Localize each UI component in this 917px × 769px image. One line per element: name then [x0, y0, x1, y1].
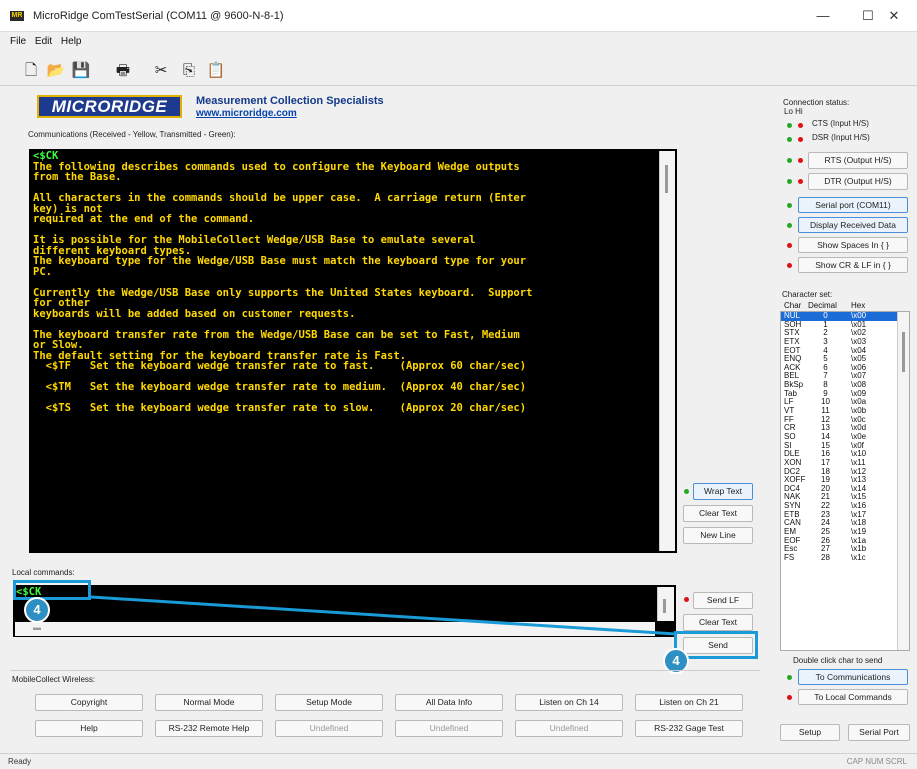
- wireless-rs-232-remote-help-button[interactable]: RS-232 Remote Help: [155, 720, 263, 737]
- display-received-data-button[interactable]: Display Received Data: [798, 217, 908, 233]
- to-comm-led: [787, 675, 792, 680]
- dsr-lo-led: [787, 137, 792, 142]
- rts-lo-led: [787, 158, 792, 163]
- setup-button[interactable]: Setup: [780, 724, 840, 741]
- char-row[interactable]: FS 28 \x1c: [781, 552, 909, 563]
- wireless-listen-on-ch-14-button[interactable]: Listen on Ch 14: [515, 694, 623, 711]
- connection-status-label: Connection status:: [783, 98, 850, 107]
- wireless-undefined-button: Undefined: [395, 720, 503, 737]
- char-row[interactable]: Tab 9 \x09: [781, 389, 909, 399]
- cts-lo-led: [787, 123, 792, 128]
- charset-header: Char Decimal Hex: [781, 301, 909, 311]
- cts-hi-led: [798, 123, 803, 128]
- status-bar: Ready CAP NUM SCRL: [0, 753, 917, 769]
- wireless-copyright-button[interactable]: Copyright: [35, 694, 143, 711]
- char-row[interactable]: ENQ 5 \x05: [781, 355, 909, 364]
- wireless-group-line: [10, 670, 760, 671]
- show-crlf-led: [787, 263, 792, 268]
- char-row[interactable]: LF 10 \x0a: [781, 398, 909, 407]
- wireless-setup-mode-button[interactable]: Setup Mode: [275, 694, 383, 711]
- char-row[interactable]: CAN 24 \x18: [781, 519, 909, 528]
- dsr-hi-led: [798, 137, 803, 142]
- wireless-help-button[interactable]: Help: [35, 720, 143, 737]
- to-local-led: [787, 695, 792, 700]
- show-cr-lf-button[interactable]: Show CR & LF in { }: [798, 257, 908, 273]
- char-row[interactable]: XOFF 19 \x13: [781, 476, 909, 485]
- char-row[interactable]: SI 15 \x0f: [781, 441, 909, 451]
- char-row[interactable]: BkSp 8 \x08: [781, 380, 909, 390]
- header-char: Char: [784, 301, 802, 310]
- show-spaces-button[interactable]: Show Spaces In { }: [798, 237, 908, 253]
- rts-button[interactable]: RTS (Output H/S): [808, 152, 908, 169]
- wireless-listen-on-ch-21-button[interactable]: Listen on Ch 21: [635, 694, 743, 711]
- char-row[interactable]: ETX 3 \x03: [781, 337, 909, 347]
- char-row[interactable]: ACK 6 \x06: [781, 363, 909, 373]
- show-spaces-led: [787, 243, 792, 248]
- cts-label: CTS (Input H/S): [812, 119, 869, 128]
- lo-hi-label: Lo Hi: [784, 107, 803, 116]
- to-communications-button[interactable]: To Communications: [798, 669, 908, 685]
- wireless-undefined-button: Undefined: [515, 720, 623, 737]
- status-text: Ready: [8, 757, 32, 766]
- key-indicators: CAP NUM SCRL: [846, 757, 907, 766]
- header-hex: Hex: [851, 301, 866, 310]
- wireless-all-data-info-button[interactable]: All Data Info: [395, 694, 503, 711]
- rts-hi-led: [798, 158, 803, 163]
- serial-port-button[interactable]: Serial Port: [848, 724, 910, 741]
- to-local-commands-button[interactable]: To Local Commands: [798, 689, 908, 705]
- char-row[interactable]: NAK 21 \x15: [781, 493, 909, 502]
- serial-port-led: [787, 203, 792, 208]
- dtr-hi-led: [798, 179, 803, 184]
- char-row[interactable]: Esc 27 \x1b: [781, 545, 909, 554]
- char-row[interactable]: SOH 1 \x01: [781, 320, 909, 330]
- char-row[interactable]: SYN 22 \x16: [781, 501, 909, 511]
- dtr-button[interactable]: DTR (Output H/S): [808, 173, 908, 190]
- wireless-rs-232-gage-test-button[interactable]: RS-232 Gage Test: [635, 720, 743, 737]
- wireless-undefined-button: Undefined: [275, 720, 383, 737]
- header-decimal: Decimal: [808, 301, 837, 310]
- char-decimal: 28: [821, 552, 830, 562]
- charset-scrollbar[interactable]: [897, 312, 909, 650]
- char-row[interactable]: CR 13 \x0d: [781, 424, 909, 433]
- char-row[interactable]: FF 12 \x0c: [781, 415, 909, 425]
- callout-badge-1: 4: [24, 597, 50, 623]
- char-hex: \x1c: [851, 552, 866, 562]
- char-row[interactable]: SO 14 \x0e: [781, 432, 909, 442]
- char-row[interactable]: VT 11 \x0b: [781, 406, 909, 416]
- dsr-label: DSR (Input H/S): [812, 133, 870, 142]
- character-set-label: Character set:: [782, 290, 833, 299]
- char-row[interactable]: EOF 26 \x1a: [781, 536, 909, 546]
- double-click-hint: Double click char to send: [793, 656, 883, 665]
- serial-port-com-button[interactable]: Serial port (COM11): [798, 197, 908, 213]
- char-row[interactable]: STX 2 \x02: [781, 329, 909, 338]
- char-row[interactable]: EM 25 \x19: [781, 527, 909, 537]
- char-row[interactable]: DC4 20 \x14: [781, 484, 909, 494]
- wireless-label: MobileCollect Wireless:: [12, 675, 96, 684]
- char-name: FS: [784, 552, 795, 562]
- wireless-normal-mode-button[interactable]: Normal Mode: [155, 694, 263, 711]
- character-list[interactable]: NUL 0 \x00 SOH 1 \x01 STX 2 \x02 ETX 3 \x03 EOT 4 \x04…: [780, 311, 910, 651]
- dtr-lo-led: [787, 179, 792, 184]
- display-data-led: [787, 223, 792, 228]
- char-row[interactable]: XON 17 \x11: [781, 458, 909, 468]
